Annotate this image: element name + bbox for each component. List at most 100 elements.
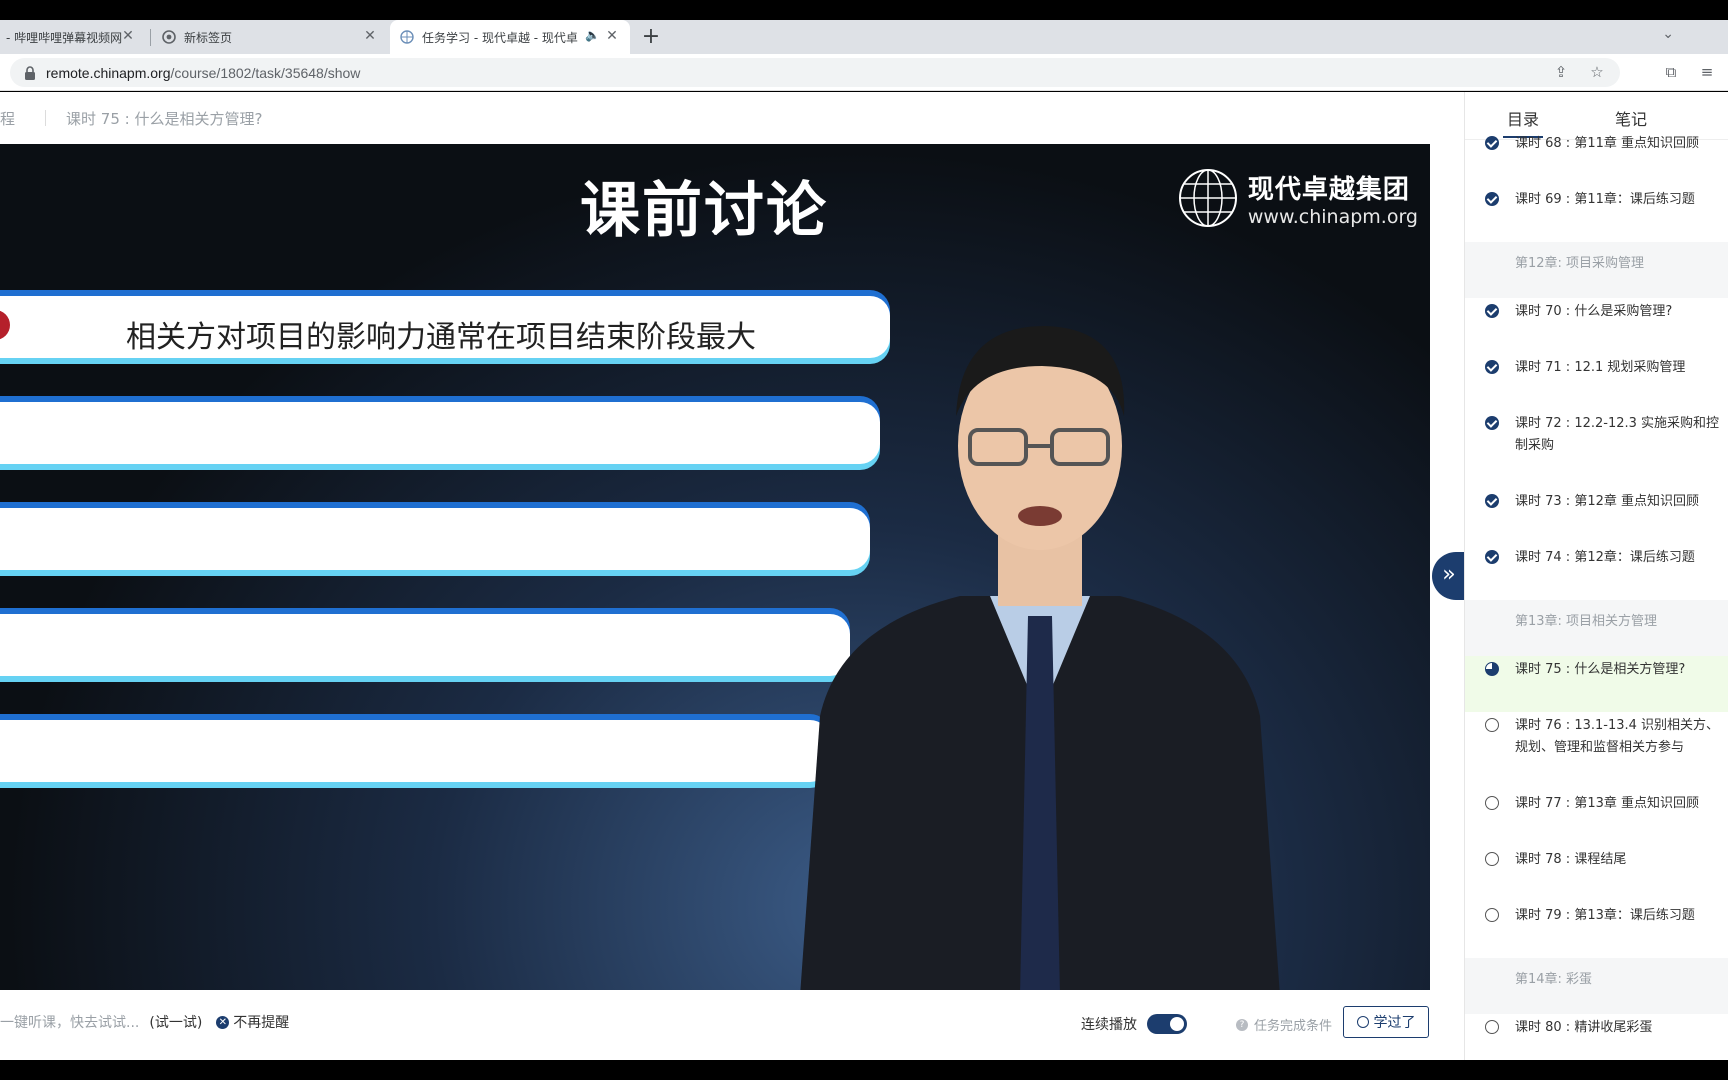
company-logo: 现代卓越集团 www.chinapm.org — [1176, 166, 1418, 230]
tab-new-tab[interactable]: 新标签页 ✕ — [152, 20, 388, 54]
lesson-title: 课时 69 : 第11章：课后练习题 — [1515, 192, 1695, 207]
slide-title: 课前讨论 — [580, 176, 828, 246]
lesson-title: 课时 80 : 精讲收尾彩蛋 — [1515, 1020, 1653, 1035]
tab-title: 任务学习 - 现代卓越 - 现代卓 — [422, 30, 578, 45]
chapter-title: 第14章: 彩蛋 — [1515, 972, 1593, 987]
hint-text: 一键听课，快去试试... — [0, 1015, 140, 1031]
lesson-title: 课时 79 : 第13章：课后练习题 — [1515, 908, 1695, 923]
globe-logo-icon — [1178, 169, 1237, 227]
lesson-title: 课时 77 : 第13章 重点知识回顾 — [1515, 796, 1699, 811]
not-started-circle-icon — [1485, 1020, 1499, 1034]
course-sidebar: 目录 笔记 课时 68 : 第11章 重点知识回顾 课时 69 : 第11章：课后… — [1464, 92, 1728, 1060]
lesson-item[interactable]: 课时 69 : 第11章：课后练习题 — [1465, 186, 1728, 242]
close-circle-icon: ✕ — [216, 1015, 230, 1029]
presenter-figure — [800, 326, 1280, 990]
not-started-circle-icon — [1485, 908, 1499, 922]
lesson-item[interactable]: 课时 79 : 第13章：课后练习题 — [1465, 902, 1728, 958]
lesson-item[interactable]: 课时 73 : 第12章 重点知识回顾 — [1465, 488, 1728, 544]
lesson-title: 课时 68 : 第11章 重点知识回顾 — [1515, 136, 1699, 151]
not-started-circle-icon — [1485, 852, 1499, 866]
tab-search-chevron-icon[interactable]: ⌄ — [1662, 26, 1674, 42]
completion-conditions[interactable]: ? 任务完成条件 — [1236, 1015, 1332, 1034]
lesson-title: 课时 76 : 13.1-13.4 识别相关方、规划、管理和监督相关方参与 — [1515, 718, 1720, 755]
lesson-item[interactable]: 课时 77 : 第13章 重点知识回顾 — [1465, 790, 1728, 846]
chapter-header: 第13章: 项目相关方管理 — [1465, 600, 1728, 656]
lesson-item[interactable]: 课时 74 : 第12章：课后练习题 — [1465, 544, 1728, 600]
autoplay-control: 连续播放 — [1081, 1014, 1187, 1034]
slide-blank-bar — [0, 508, 870, 570]
course-page: 程 课时 75 : 什么是相关方管理? 课前讨论 现代卓越集团 www.chin… — [0, 92, 1728, 1060]
bookmark-star-icon[interactable]: ☆ — [1588, 63, 1606, 81]
lesson-item[interactable]: 课时 68 : 第11章 重点知识回顾 — [1465, 130, 1728, 186]
completed-check-icon — [1485, 192, 1499, 206]
tab-title: - 哔哩哔哩弹幕视频网 — [6, 30, 123, 45]
lesson-title: 课时 71 : 12.1 规划采购管理 — [1515, 360, 1686, 375]
new-tab-button[interactable]: + — [638, 25, 664, 51]
circle-icon — [1356, 1016, 1369, 1028]
autoplay-toggle[interactable] — [1147, 1014, 1187, 1034]
url-path: /course/1802/task/35648/show — [170, 64, 361, 81]
chapter-header: 第14章: 彩蛋 — [1465, 958, 1728, 1014]
no-remind-label: 不再提醒 — [233, 1015, 290, 1031]
lesson-item[interactable]: 课时 78 : 课程结尾 — [1465, 846, 1728, 902]
site-globe-icon — [400, 30, 414, 44]
url-host: remote.chinapm.org — [46, 64, 171, 81]
lesson-item[interactable]: 课时 80 : 精讲收尾彩蛋 — [1465, 1014, 1728, 1060]
lesson-title: 课时 70 : 什么是采购管理? — [1515, 304, 1673, 319]
video-player[interactable]: 课前讨论 现代卓越集团 www.chinapm.org 相关方对项目的影响力通常… — [0, 144, 1430, 990]
lock-icon[interactable] — [24, 65, 36, 80]
completed-check-icon — [1485, 550, 1499, 564]
no-remind-button[interactable]: ✕ 不再提醒 — [216, 1012, 289, 1032]
tab-notes[interactable]: 笔记 — [1615, 106, 1647, 130]
extensions-puzzle-icon[interactable]: ⧉ — [1662, 63, 1680, 81]
tab-catalog[interactable]: 目录 — [1502, 106, 1544, 138]
logo-url: www.chinapm.org — [1247, 205, 1418, 228]
lesson-item[interactable]: 课时 76 : 13.1-13.4 识别相关方、规划、管理和监督相关方参与 — [1465, 712, 1728, 790]
screen-top-edge — [0, 0, 1728, 20]
bullet-marker — [0, 310, 10, 340]
lesson-title: 课时 74 : 第12章：课后练习题 — [1515, 550, 1695, 565]
chapter-header: 第12章: 项目采购管理 — [1465, 242, 1728, 298]
lesson-item[interactable]: 课时 71 : 12.1 规划采购管理 — [1465, 354, 1728, 410]
mark-learned-button[interactable]: 学过了 — [1343, 1006, 1429, 1038]
lesson-item[interactable]: 课时 75 : 什么是相关方管理? — [1465, 656, 1728, 712]
lesson-item[interactable]: 课时 70 : 什么是采购管理? — [1465, 298, 1728, 354]
breadcrumb: 程 课时 75 : 什么是相关方管理? — [0, 92, 1462, 144]
lesson-title: 课时 72 : 12.2-12.3 实施采购和控制采购 — [1515, 416, 1720, 453]
completed-check-icon — [1485, 416, 1499, 430]
logo-name: 现代卓越集团 — [1247, 174, 1410, 205]
video-pane: 程 课时 75 : 什么是相关方管理? 课前讨论 现代卓越集团 www.chin… — [0, 92, 1462, 1060]
toggle-knob — [1170, 1017, 1184, 1031]
lesson-title: 课时 75 : 什么是相关方管理? — [1515, 662, 1686, 677]
browser-tab-strip: - 哔哩哔哩弹幕视频网 ✕ 新标签页 ✕ 任务学习 - 现代卓越 - 现代卓 🔈… — [0, 20, 1728, 54]
close-icon[interactable]: ✕ — [604, 28, 620, 44]
close-icon[interactable]: ✕ — [120, 28, 136, 44]
tab-task-learning[interactable]: 任务学习 - 现代卓越 - 现代卓 🔈 ✕ — [390, 20, 630, 54]
in-progress-icon — [1485, 662, 1499, 676]
player-control-bar: 一键听课，快去试试... (试一试) ✕ 不再提醒 连续播放 ? 任务完成条件 … — [0, 990, 1462, 1060]
page-title: 课时 75 : 什么是相关方管理? — [66, 109, 263, 128]
slide-blank-bar — [0, 614, 850, 676]
not-started-circle-icon — [1485, 718, 1499, 732]
not-started-circle-icon — [1485, 796, 1499, 810]
lesson-item[interactable]: 课时 72 : 12.2-12.3 实施采购和控制采购 — [1465, 410, 1728, 488]
breadcrumb-divider — [45, 110, 47, 126]
tab-divider — [150, 29, 151, 46]
completed-check-icon — [1485, 494, 1499, 508]
share-icon[interactable]: ⇪ — [1552, 63, 1570, 81]
reading-list-icon[interactable]: ≡ — [1698, 63, 1716, 81]
slide-statement: 相关方对项目的影响力通常在项目结束阶段最大 — [126, 320, 756, 355]
chapter-title: 第12章: 项目采购管理 — [1515, 256, 1645, 271]
slide-statement-bar: 相关方对项目的影响力通常在项目结束阶段最大 — [0, 296, 890, 358]
chrome-icon — [162, 30, 176, 44]
tab-bilibili[interactable]: - 哔哩哔哩弹幕视频网 ✕ — [0, 20, 146, 54]
audio-playing-icon[interactable]: 🔈 — [585, 28, 600, 42]
address-bar[interactable]: remote.chinapm.org/course/1802/task/3564… — [10, 58, 1620, 87]
try-link[interactable]: (试一试) — [149, 1012, 202, 1032]
completed-check-icon — [1485, 304, 1499, 318]
completion-label: 任务完成条件 — [1254, 1019, 1333, 1034]
close-icon[interactable]: ✕ — [362, 28, 378, 44]
lesson-title: 课时 78 : 课程结尾 — [1515, 852, 1627, 867]
breadcrumb-course[interactable]: 程 — [0, 108, 15, 129]
slide-blank-bar — [0, 402, 880, 464]
